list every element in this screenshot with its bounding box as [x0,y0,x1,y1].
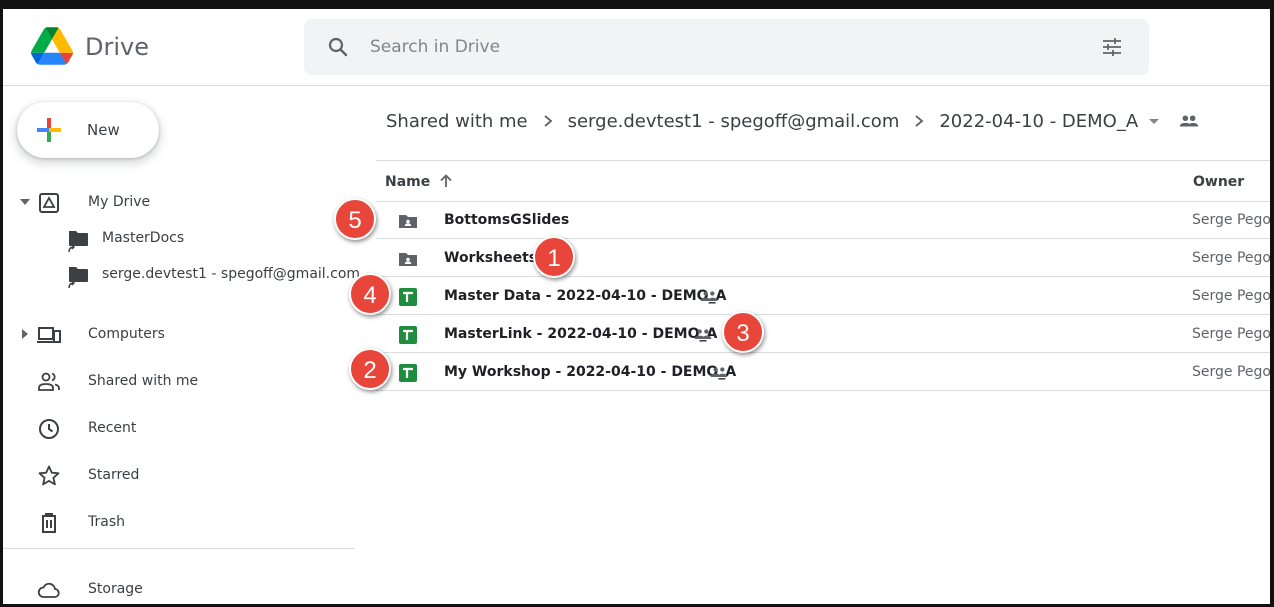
file-owner: Serge Pegof [1192,288,1270,304]
caret-down-icon[interactable] [19,196,31,208]
main-content: Shared with me serge.devtest1 - spegoff@… [356,87,1270,607]
breadcrumb-serge-devtest1[interactable]: serge.devtest1 - spegoff@gmail.com [568,111,900,132]
file-name: Master Data - 2022-04-10 - DEMO_A [444,288,727,304]
sheets-icon [399,364,417,382]
annotation-badge: 2 [349,348,391,390]
sheets-icon [399,326,417,344]
sidebar-item-label: Recent [88,420,137,436]
sidebar-item-label: serge.devtest1 - spegoff@gmail.com [102,266,361,282]
people-icon [694,329,712,339]
app-title: Drive [85,33,149,61]
shortcut-folder-icon [68,267,88,289]
sidebar-divider [3,548,355,549]
trash-icon [42,513,56,533]
top-bar: Drive [3,9,1270,86]
owner-column-header[interactable]: Owner [1193,174,1244,190]
shortcut-folder-icon [68,231,88,253]
clock-icon [39,419,59,439]
new-button[interactable]: New [17,102,159,158]
caret-down-icon[interactable] [1148,115,1160,127]
sidebar-item-label: Shared with me [88,373,199,389]
people-icon [710,367,728,377]
shared-folder-icon [399,253,417,266]
file-row[interactable]: BottomsGSlides Serge Pegof [376,202,1270,239]
sidebar-item-label: My Drive [88,194,151,210]
arrow-up-icon[interactable] [438,173,454,189]
new-button-label: New [87,121,120,139]
sidebar-item-starred[interactable]: Starred [3,456,355,496]
shared-folder-icon [399,215,417,228]
tune-icon[interactable] [1100,35,1124,59]
name-column-header[interactable]: Name [385,174,430,190]
file-row[interactable]: MasterLink - 2022-04-10 - DEMO_A Serge P… [376,316,1270,353]
sidebar-item-trash[interactable]: Trash [3,503,355,543]
annotation-badge: 4 [349,273,391,315]
sidebar-item-storage[interactable]: Storage [3,570,355,607]
breadcrumb-current-folder[interactable]: 2022-04-10 - DEMO_A [939,111,1138,132]
sidebar-item-my-drive[interactable]: My Drive [3,183,355,223]
annotation-badge: 3 [722,311,764,353]
sidebar-item-label: Computers [88,326,165,342]
plus-icon [37,118,61,142]
file-owner: Serge Pegof [1192,250,1270,266]
sidebar: New My Drive MasterDocs serge.devtest1 -… [3,87,360,607]
sidebar-item-recent[interactable]: Recent [3,409,355,449]
sheets-icon [399,288,417,306]
file-name: Worksheets [444,250,538,266]
search-bar[interactable] [304,19,1149,75]
file-row[interactable]: My Workshop - 2022-04-10 - DEMO_A Serge … [376,354,1270,391]
file-owner: Serge Pegof [1192,212,1270,228]
list-header: Name Owner [376,160,1270,202]
sidebar-item-label: Starred [88,467,140,483]
file-name: BottomsGSlides [444,212,570,228]
file-name: My Workshop - 2022-04-10 - DEMO_A [444,364,737,380]
chevron-right-icon [544,115,553,127]
sidebar-item-label: MasterDocs [102,230,185,246]
file-owner: Serge Pegof [1192,326,1270,342]
sidebar-item-computers[interactable]: Computers [3,315,355,355]
breadcrumb: Shared with me serge.devtest1 - spegoff@… [386,101,1200,141]
file-row[interactable]: Worksheets Serge Pegof [376,240,1270,277]
people-icon[interactable] [1178,110,1200,132]
chevron-right-icon [915,115,924,127]
file-row[interactable]: Master Data - 2022-04-10 - DEMO_A Serge … [376,278,1270,315]
file-name: MasterLink - 2022-04-10 - DEMO_A [444,326,718,342]
search-icon[interactable] [326,35,350,59]
sidebar-item-label: Storage [88,581,143,597]
my-drive-icon [39,193,59,213]
drive-logo[interactable] [31,27,73,65]
breadcrumb-shared-with-me[interactable]: Shared with me [386,111,528,132]
star-icon [38,465,60,486]
sidebar-item-shared-with-me[interactable]: Shared with me [3,362,355,402]
sidebar-item-masterdocs[interactable]: MasterDocs [3,224,355,254]
cloud-icon [37,582,60,598]
drive-app: Drive New [3,9,1270,607]
sidebar-item-serge-devtest1[interactable]: serge.devtest1 - spegoff@gmail.com [3,260,360,290]
people-icon [700,291,718,301]
search-input[interactable] [370,29,1070,65]
annotation-badge: 1 [533,236,575,278]
shared-icon [38,372,60,391]
annotation-badge: 5 [334,198,376,240]
caret-right-icon[interactable] [19,328,31,340]
file-owner: Serge Pegof [1192,364,1270,380]
computers-icon [37,327,61,343]
sidebar-item-label: Trash [88,514,125,530]
